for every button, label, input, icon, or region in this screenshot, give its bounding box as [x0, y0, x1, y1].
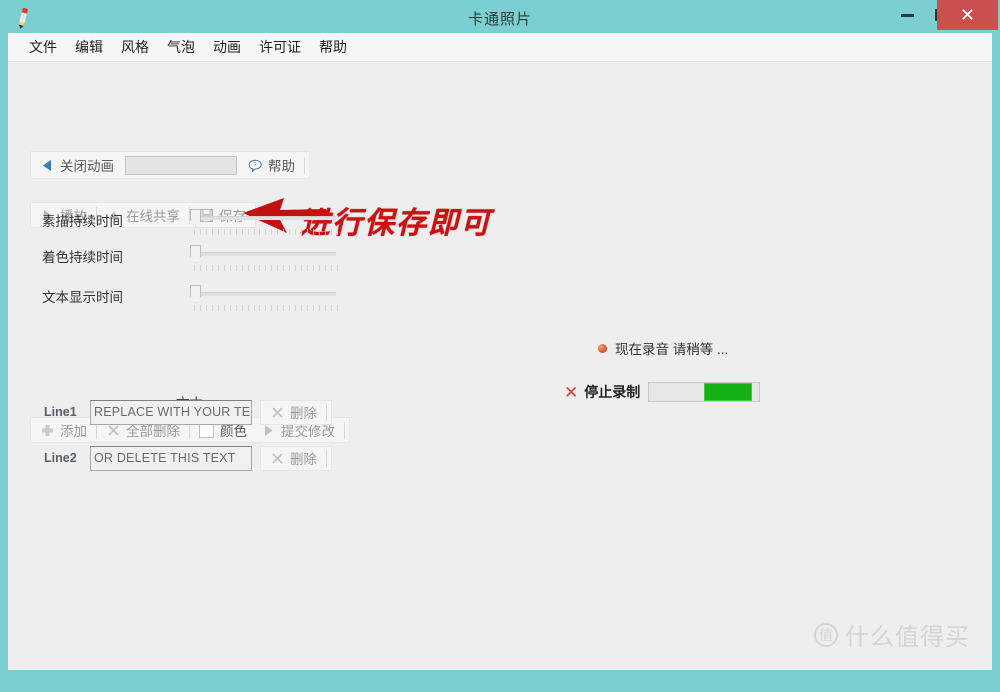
watermark: 值 什么值得买	[814, 617, 970, 652]
slider-row-sketch-duration: 素描持续时间	[42, 204, 342, 238]
slider-sketch-duration[interactable]	[188, 204, 340, 238]
recording-controls: ✕ 停止录制	[564, 382, 761, 402]
recording-indicator-icon	[598, 343, 607, 353]
slider-ticks	[194, 305, 338, 311]
menu-bar: 文件 编辑 风格 气泡 动画 许可证 帮助	[8, 33, 992, 62]
text-line-2-input[interactable]: OR DELETE THIS TEXT	[90, 445, 252, 471]
close-button[interactable]: ✕	[937, 0, 998, 30]
text-line-2-label: Line2	[44, 451, 77, 465]
delete-line-1-button[interactable]: 删除	[263, 401, 324, 424]
slider-track	[196, 292, 336, 296]
slider-text-display-duration[interactable]	[188, 280, 340, 314]
client-area: 关闭动画 ? 帮助 播放 在线共享 进行保存即可 素描持续时间 着色持续时间 文…	[8, 62, 992, 670]
menu-item-edit[interactable]: 编辑	[66, 35, 112, 59]
text-line-1-delete-toolbar: 删除	[260, 399, 332, 425]
stop-recording-label: 停止录制	[584, 384, 641, 400]
delete-line-2-button[interactable]: 删除	[263, 447, 324, 470]
slider-thumb[interactable]	[190, 245, 201, 263]
help-icon: ?	[248, 158, 263, 173]
minimize-icon	[900, 13, 914, 17]
toolbar-separator	[326, 403, 327, 421]
recording-progress-bar	[648, 382, 761, 402]
slider-thumb[interactable]	[190, 209, 201, 227]
slider-label-color-duration: 着色持续时间	[42, 250, 123, 265]
slider-thumb[interactable]	[190, 285, 201, 303]
menu-item-license[interactable]: 许可证	[250, 35, 310, 59]
close-icon: ✕	[959, 5, 976, 25]
minimize-button[interactable]	[890, 0, 924, 30]
close-x-icon	[270, 405, 285, 420]
slider-row-text-display-duration: 文本显示时间	[42, 280, 342, 314]
slider-label-text-display-duration: 文本显示时间	[42, 290, 123, 305]
slider-track	[196, 252, 336, 256]
close-animation-label: 关闭动画	[60, 159, 114, 174]
stop-recording-button[interactable]: ✕ 停止录制	[564, 382, 640, 402]
window-title: 卡通照片	[467, 11, 532, 28]
toolbar-separator	[304, 156, 305, 174]
menu-item-file[interactable]: 文件	[20, 35, 66, 59]
recording-progress-chunk	[704, 383, 752, 401]
recording-status-text: 现在录音 请稍等 ...	[615, 342, 729, 357]
help-label: 帮助	[268, 159, 295, 174]
menu-item-help[interactable]: 帮助	[310, 35, 356, 59]
watermark-logo: 值	[814, 622, 838, 647]
help-button[interactable]: ? 帮助	[241, 152, 302, 178]
recording-status: 现在录音 请稍等 ...	[598, 338, 728, 358]
slider-color-duration[interactable]	[188, 240, 340, 274]
text-line-1-label: Line1	[44, 405, 77, 419]
watermark-text: 什么值得买	[845, 624, 970, 651]
menu-item-animation[interactable]: 动画	[204, 35, 250, 59]
menu-item-bubble[interactable]: 气泡	[158, 35, 204, 59]
text-line-row-1: Line1 REPLACE WITH YOUR TEXT 删除	[44, 398, 332, 426]
close-x-icon	[270, 451, 285, 466]
close-x-icon: ✕	[564, 382, 579, 402]
animation-toolbar: 关闭动画 ? 帮助	[30, 151, 310, 179]
text-line-row-2: Line2 OR DELETE THIS TEXT 删除	[44, 444, 332, 472]
menu-item-style[interactable]: 风格	[112, 35, 158, 59]
toolbar-separator	[326, 449, 327, 467]
slider-ticks	[194, 265, 338, 271]
delete-line-1-label: 删除	[290, 406, 317, 421]
toolbar-separator	[344, 421, 345, 439]
slider-label-sketch-duration: 素描持续时间	[42, 214, 123, 229]
delete-line-2-label: 删除	[290, 452, 317, 467]
svg-text:?: ?	[253, 161, 256, 169]
slider-ticks	[194, 229, 338, 235]
animation-name-input[interactable]	[125, 155, 237, 175]
text-line-1-input[interactable]: REPLACE WITH YOUR TEXT	[90, 399, 252, 425]
application-window: 卡通照片 ✕ 文件 编辑 风格 气泡 动画 许可证 帮助 关闭动画 ? 帮助 播…	[0, 0, 1000, 692]
slider-track	[196, 216, 336, 220]
slider-row-color-duration: 着色持续时间	[42, 240, 342, 274]
text-line-2-delete-toolbar: 删除	[260, 445, 332, 471]
title-bar: 卡通照片 ✕	[0, 0, 1000, 36]
caret-left-icon	[40, 158, 55, 173]
close-animation-button[interactable]: 关闭动画	[33, 152, 121, 178]
